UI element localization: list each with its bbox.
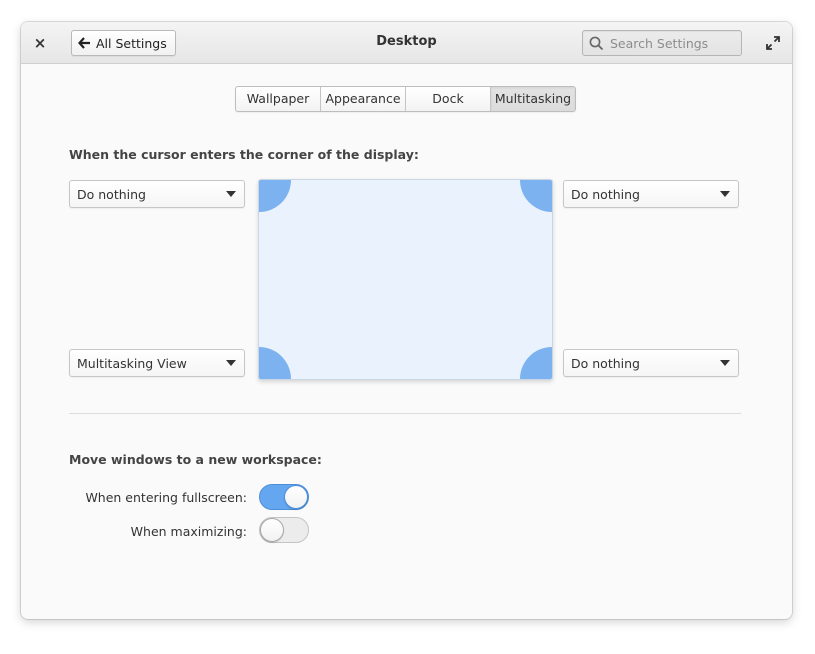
- settings-window: × All Settings Desktop Wallpaper Appeara…: [21, 22, 792, 619]
- switch-knob: [284, 485, 308, 509]
- header-bar: × All Settings Desktop: [21, 22, 792, 64]
- tab-appearance[interactable]: Appearance: [321, 87, 406, 111]
- view-switcher: Wallpaper Appearance Dock Multitasking: [235, 86, 576, 112]
- tab-dock[interactable]: Dock: [406, 87, 491, 111]
- workspace-heading: Move windows to a new workspace:: [69, 452, 322, 467]
- fullscreen-switch-label: When entering fullscreen:: [85, 490, 247, 505]
- tab-wallpaper[interactable]: Wallpaper: [236, 87, 321, 111]
- top-right-corner-value: Do nothing: [571, 186, 640, 202]
- dropdown-arrow-icon: [226, 191, 236, 197]
- hot-corner-bottom-right: [520, 347, 552, 379]
- tab-multitasking[interactable]: Multitasking: [491, 87, 575, 111]
- bottom-right-corner-value: Do nothing: [571, 355, 640, 371]
- hot-corner-bottom-left: [259, 347, 291, 379]
- fullscreen-switch[interactable]: [259, 484, 309, 510]
- search-field[interactable]: [582, 30, 742, 56]
- bottom-left-corner-dropdown[interactable]: Multitasking View: [69, 349, 245, 377]
- search-input[interactable]: [610, 35, 738, 51]
- dropdown-arrow-icon: [720, 191, 730, 197]
- hot-corners-heading: When the cursor enters the corner of the…: [69, 147, 419, 162]
- section-divider: [69, 413, 741, 414]
- hot-corner-top-left: [259, 180, 291, 212]
- display-preview: [258, 179, 553, 380]
- dropdown-arrow-icon: [226, 360, 236, 366]
- dropdown-arrow-icon: [720, 360, 730, 366]
- maximize-icon: [766, 36, 780, 50]
- bottom-left-corner-value: Multitasking View: [77, 355, 187, 371]
- maximizing-switch[interactable]: [259, 517, 309, 543]
- top-left-corner-dropdown[interactable]: Do nothing: [69, 180, 245, 208]
- maximize-button[interactable]: [764, 34, 782, 52]
- bottom-right-corner-dropdown[interactable]: Do nothing: [563, 349, 739, 377]
- top-left-corner-value: Do nothing: [77, 186, 146, 202]
- switch-knob: [260, 518, 284, 542]
- search-icon: [589, 36, 604, 50]
- hot-corner-top-right: [520, 180, 552, 212]
- top-right-corner-dropdown[interactable]: Do nothing: [563, 180, 739, 208]
- maximizing-switch-label: When maximizing:: [130, 524, 247, 539]
